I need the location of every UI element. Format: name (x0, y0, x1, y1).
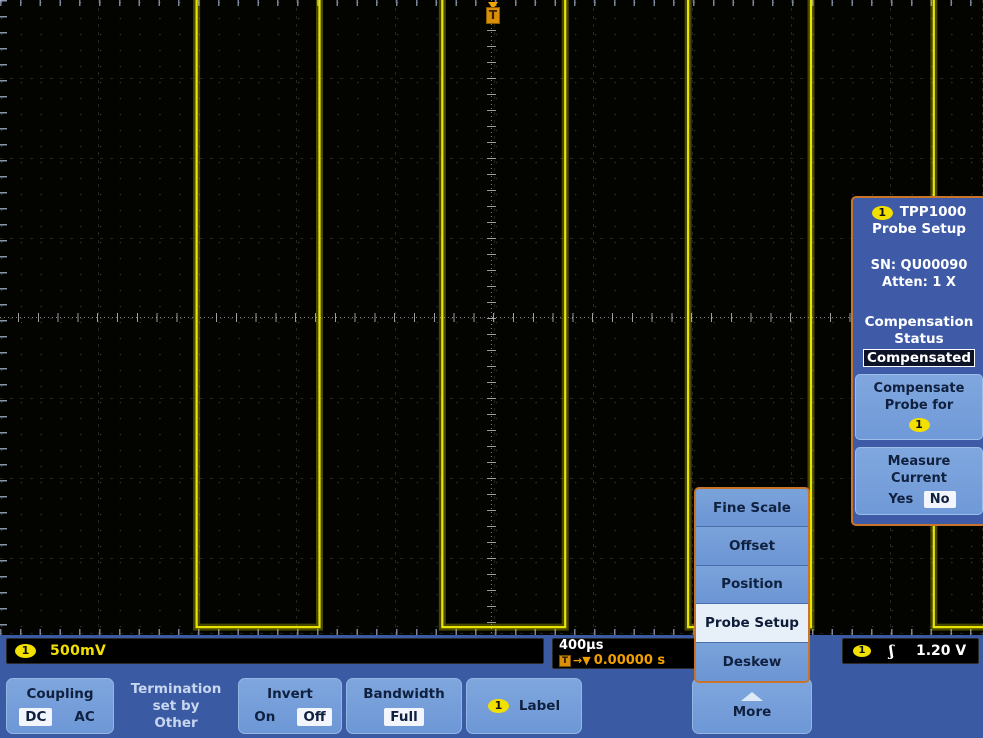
measure-current-button[interactable]: Measure Current Yes No (855, 447, 983, 515)
termination-readonly-label: Termination set by Other (118, 678, 234, 734)
termination-line-1: Termination (131, 681, 222, 698)
channel-1-vertical-readout[interactable]: 1 500mV (6, 638, 544, 664)
bandwidth-options: Full (384, 708, 423, 726)
trigger-level-value: 1.20 V (916, 643, 966, 659)
compensation-status-line-2: Status (853, 331, 983, 348)
compensate-probe-channel-badge: 1 (909, 418, 930, 432)
coupling-option-ac[interactable]: AC (68, 708, 100, 726)
coupling-options: DC AC (19, 708, 100, 726)
trigger-delay-arrows-icon: →▼ (573, 654, 591, 667)
trigger-position-marker[interactable]: T (484, 2, 502, 28)
compensate-probe-line-2: Probe for (858, 397, 980, 414)
termination-line-3: Other (154, 715, 197, 732)
probe-panel-title-row: 1 TPP1000 (857, 204, 981, 221)
probe-serial-number: SN: QU00090 (853, 257, 983, 274)
menu-item-deskew[interactable]: Deskew (696, 643, 808, 681)
measure-current-line-2: Current (858, 470, 980, 487)
invert-label: Invert (267, 686, 313, 702)
channel-1-badge: 1 (15, 644, 36, 658)
menu-item-probe-setup[interactable]: Probe Setup (696, 604, 808, 642)
compensate-probe-line-1: Compensate (858, 380, 980, 397)
compensate-probe-badge-row: 1 (858, 416, 980, 433)
probe-setup-panel: 1 TPP1000 Probe Setup SN: QU00090 Atten:… (851, 196, 983, 526)
scope-graticule[interactable]: T (0, 0, 983, 635)
trigger-delay-value: 0.00000 s (594, 653, 665, 668)
status-bar: 1 500mV 400µs T →▼ 0.00000 s 1 ʃ 1.20 V (0, 635, 983, 674)
measure-current-options: Yes No (858, 491, 980, 508)
trigger-readout[interactable]: 1 ʃ 1.20 V (842, 638, 979, 664)
rising-edge-icon: ʃ (889, 642, 894, 660)
probe-attenuation: Atten: 1 X (853, 274, 983, 291)
label-channel-badge: 1 (488, 699, 509, 713)
coupling-label: Coupling (27, 686, 94, 702)
compensation-status-block: Compensation Status Compensated (853, 314, 983, 367)
probe-model-name: TPP1000 (900, 204, 967, 221)
invert-button[interactable]: Invert On Off (238, 678, 342, 734)
more-button[interactable]: More (692, 678, 812, 734)
probe-channel-badge: 1 (872, 206, 893, 220)
invert-options: On Off (248, 708, 332, 726)
termination-line-2: set by (153, 698, 200, 715)
invert-option-off[interactable]: Off (297, 708, 331, 726)
chevron-up-icon (741, 692, 763, 701)
more-label: More (733, 704, 772, 720)
compensate-probe-button[interactable]: Compensate Probe for 1 (855, 374, 983, 440)
measure-current-option-no[interactable]: No (924, 491, 956, 508)
measure-current-option-yes[interactable]: Yes (882, 491, 919, 508)
invert-option-on[interactable]: On (248, 708, 281, 726)
trigger-delay-row: T →▼ 0.00000 s (559, 653, 665, 668)
probe-panel-header: 1 TPP1000 Probe Setup (853, 198, 983, 238)
menu-item-offset[interactable]: Offset (696, 527, 808, 565)
measure-current-line-1: Measure (858, 453, 980, 470)
label-button[interactable]: 1 Label (466, 678, 582, 734)
coupling-option-dc[interactable]: DC (19, 708, 52, 726)
label-button-text: Label (519, 698, 560, 714)
coupling-button[interactable]: Coupling DC AC (6, 678, 114, 734)
bandwidth-value[interactable]: Full (384, 708, 423, 726)
timebase-readout[interactable]: 400µs T →▼ 0.00000 s (552, 638, 700, 669)
compensation-status-line-1: Compensation (853, 314, 983, 331)
channel-1-waveform (0, 0, 983, 635)
probe-panel-title: Probe Setup (857, 221, 981, 238)
bandwidth-button[interactable]: Bandwidth Full (346, 678, 462, 734)
menu-item-fine-scale[interactable]: Fine Scale (696, 489, 808, 527)
bottom-toolbar: Coupling DC AC Termination set by Other … (0, 674, 983, 738)
bandwidth-label: Bandwidth (363, 686, 445, 702)
menu-item-position[interactable]: Position (696, 566, 808, 604)
trigger-marker-label: T (486, 7, 500, 24)
trigger-source-badge: 1 (853, 645, 871, 657)
probe-identity-info: SN: QU00090 Atten: 1 X (853, 257, 983, 291)
oscilloscope-app: T 1 500mV 400µs T →▼ 0.00000 s 1 ʃ 1.20 … (0, 0, 983, 738)
label-button-content: 1 Label (488, 698, 560, 714)
time-per-division-value: 400µs (559, 639, 603, 653)
trigger-chip-icon: T (559, 655, 571, 667)
compensation-status-value: Compensated (863, 349, 975, 367)
vertical-side-menu: Fine Scale Offset Position Probe Setup D… (694, 487, 810, 683)
channel-1-scale-value: 500mV (50, 643, 106, 659)
